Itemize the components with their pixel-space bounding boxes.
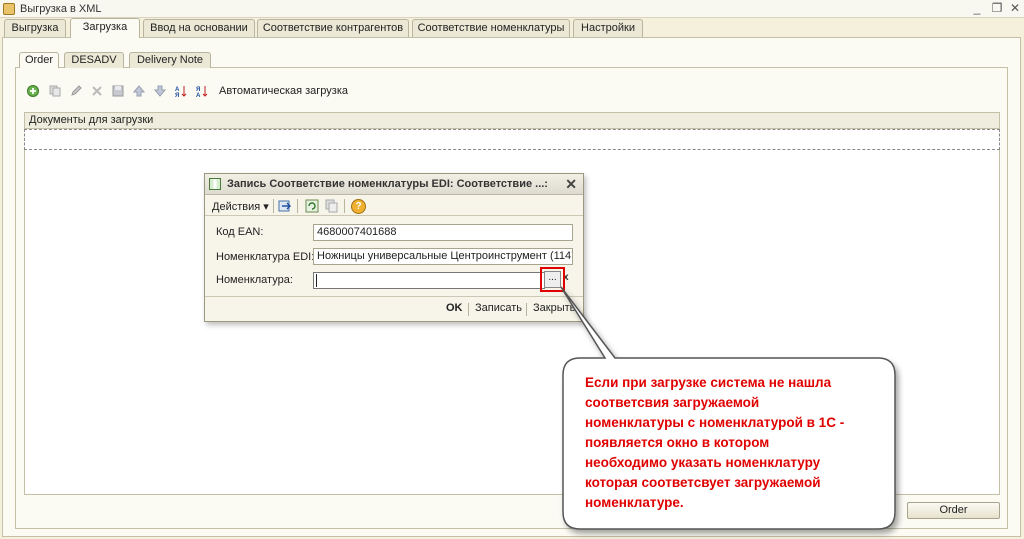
- dialog-toolbar: Действия ▾ ?: [205, 196, 583, 216]
- tab-settings[interactable]: Настройки: [573, 19, 643, 37]
- copy-icon[interactable]: [49, 85, 61, 97]
- order-button[interactable]: Order: [907, 502, 1000, 519]
- table-row[interactable]: [24, 129, 1000, 150]
- tab-import[interactable]: Загрузка: [70, 18, 140, 38]
- tab-export[interactable]: Выгрузка: [4, 19, 66, 37]
- subtab-delivery-note[interactable]: Delivery Note: [129, 52, 211, 68]
- documents-list-header: Документы для загрузки: [24, 112, 1000, 129]
- callout-line: номенклатуре.: [585, 495, 684, 510]
- move-up-icon[interactable]: [133, 85, 145, 97]
- dialog-title: Запись Соответствие номенклатуры EDI: Со…: [227, 178, 548, 190]
- callout-text: Если при загрузке система не нашла соотв…: [585, 373, 885, 513]
- help-icon[interactable]: ?: [351, 199, 366, 214]
- callout-line: которая соответсвует загружаемой: [585, 475, 821, 490]
- callout-line: соответсвия загружаемой: [585, 395, 760, 410]
- callout-line: появляется окно в котором: [585, 435, 770, 450]
- ean-label: Код EAN:: [216, 226, 264, 238]
- dialog-close-icon[interactable]: ✕: [565, 176, 577, 193]
- actions-label: Действия: [212, 201, 261, 213]
- ean-field[interactable]: 4680007401688: [313, 224, 573, 241]
- toolbar-divider: [297, 199, 298, 213]
- add-icon[interactable]: [27, 85, 39, 97]
- button-divider: [468, 303, 469, 316]
- text-cursor: [316, 274, 317, 287]
- edi-nomenclature-label: Номенклатура EDI:: [216, 251, 315, 263]
- save-and-close-icon[interactable]: [278, 199, 292, 213]
- tab-nomenclature-mapping[interactable]: Соответствие номенклатуры: [412, 19, 570, 37]
- refresh-icon[interactable]: [305, 199, 319, 213]
- close-button[interactable]: Закрыть: [533, 302, 575, 314]
- app-icon: [3, 3, 15, 15]
- subtab-desadv[interactable]: DESADV: [64, 52, 124, 68]
- svg-text:Я: Я: [175, 93, 179, 97]
- window-title: Выгрузка в XML: [20, 3, 102, 15]
- svg-text:A: A: [196, 93, 201, 97]
- chevron-down-icon: ▾: [263, 201, 269, 213]
- sort-desc-icon[interactable]: ЯA: [196, 85, 208, 97]
- sort-asc-icon[interactable]: AЯ: [175, 85, 187, 97]
- toolbar-divider: [273, 199, 274, 213]
- table-icon: [209, 178, 221, 190]
- tab-input-based[interactable]: Ввод на основании: [143, 19, 255, 37]
- delete-icon[interactable]: [91, 85, 103, 97]
- edi-nomenclature-field[interactable]: Ножницы универсальные Центроинструмент (…: [313, 248, 573, 265]
- toolbar-divider: [344, 199, 345, 213]
- copy-icon[interactable]: [325, 199, 339, 213]
- tab-counterparty-mapping[interactable]: Соответствие контрагентов: [257, 19, 409, 37]
- callout-line: номенклатуры с номенклатурой в 1С -: [585, 415, 845, 430]
- move-down-icon[interactable]: [154, 85, 166, 97]
- button-divider: [526, 303, 527, 316]
- dialog-footer: OK Записать Закрыть: [205, 296, 583, 321]
- callout-line: необходимо указать номенклатуру: [585, 455, 821, 470]
- edit-icon[interactable]: [70, 85, 82, 97]
- restore-button[interactable]: ❐: [990, 2, 1004, 15]
- subtab-order[interactable]: Order: [19, 52, 59, 68]
- window-titlebar: Выгрузка в XML _ ❐ ✕: [0, 0, 1024, 18]
- save-icon[interactable]: [112, 85, 124, 97]
- nomenclature-mapping-dialog: Запись Соответствие номенклатуры EDI: Со…: [204, 173, 584, 322]
- ok-button[interactable]: OK: [446, 302, 463, 314]
- dialog-titlebar: Запись Соответствие номенклатуры EDI: Со…: [205, 174, 583, 195]
- minimize-button[interactable]: _: [970, 2, 984, 15]
- auto-load-button[interactable]: Автоматическая загрузка: [219, 85, 348, 97]
- save-button[interactable]: Записать: [475, 302, 522, 314]
- nomenclature-label: Номенклатура:: [216, 274, 293, 286]
- callout-line: Если при загрузке система не нашла: [585, 375, 832, 390]
- nomenclature-field[interactable]: [313, 272, 545, 289]
- close-window-button[interactable]: ✕: [1008, 2, 1022, 15]
- highlight-frame: [540, 267, 565, 292]
- actions-menu[interactable]: Действия ▾: [212, 200, 269, 213]
